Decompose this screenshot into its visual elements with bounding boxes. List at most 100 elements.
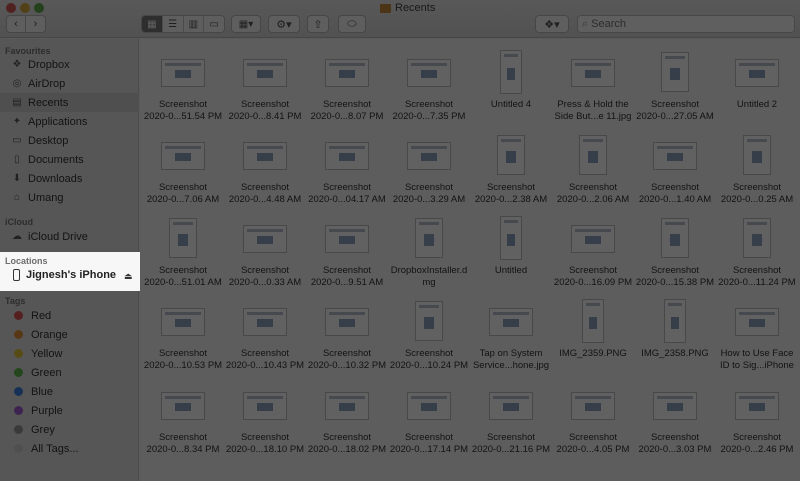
file-name-line2: 2020-0...7.35 PM (392, 111, 466, 122)
zoom-button[interactable] (34, 3, 44, 13)
file-item[interactable]: Screenshot 2020-0...7.35 PM (388, 44, 470, 124)
file-item[interactable]: Untitled 4 (470, 44, 552, 124)
file-item[interactable]: Screenshot 2020-0...16.09 PM (552, 210, 634, 290)
sidebar-item-green[interactable]: Green (0, 363, 139, 382)
sidebar-item-blue[interactable]: Blue (0, 382, 139, 401)
gallery-view-icon[interactable]: ▭ (204, 16, 224, 32)
list-view-icon[interactable]: ☰ (163, 16, 184, 32)
file-item[interactable]: DropboxInstaller.d mg (388, 210, 470, 290)
file-name-line2: 2020-0...2.46 PM (720, 444, 794, 455)
sidebar-item-grey[interactable]: Grey (0, 420, 139, 439)
sidebar-item-iphone[interactable]: Jignesh's iPhone (13, 269, 116, 281)
file-item[interactable]: Screenshot 2020-0...15.38 PM (634, 210, 716, 290)
tag-color-icon (14, 387, 23, 396)
file-item[interactable]: Screenshot 2020-0...8.34 PM (142, 377, 224, 457)
sidebar-item-desktop[interactable]: ▭ Desktop (0, 131, 139, 150)
file-name-line2: 2020-0...11.24 PM (718, 277, 796, 288)
file-item[interactable]: Screenshot 2020-0...8.07 PM (306, 44, 388, 124)
sidebar-item-all-tags[interactable]: All Tags... (0, 439, 139, 458)
file-item[interactable]: Screenshot 2020-0...51.01 AM (142, 210, 224, 290)
sidebar-item-documents[interactable]: ▯ Documents (0, 150, 139, 169)
file-item[interactable]: Screenshot 2020-0...10.43 PM (224, 293, 306, 373)
file-item[interactable]: Screenshot 2020-0...21.16 PM (470, 377, 552, 457)
file-item[interactable]: Screenshot 2020-0...17.14 PM (388, 377, 470, 457)
file-thumbnail (571, 225, 615, 253)
sidebar-item-icloud-drive[interactable]: ☁ iCloud Drive (0, 227, 139, 246)
dropbox-button[interactable]: ❖▾ (535, 15, 569, 33)
file-item[interactable]: Untitled 2 (716, 44, 798, 124)
sidebar-item-purple[interactable]: Purple (0, 401, 139, 420)
file-item[interactable]: Screenshot 2020-0...27.05 AM (634, 44, 716, 124)
file-item[interactable]: Screenshot 2020-0...04.17 AM (306, 127, 388, 207)
search-input[interactable] (591, 18, 772, 30)
search-field[interactable]: ⌕ (577, 15, 795, 33)
sidebar-item-label: AirDrop (28, 77, 66, 90)
sidebar-item-orange[interactable]: Orange (0, 325, 139, 344)
sidebar-item-downloads[interactable]: ⬇ Downloads (0, 169, 139, 188)
file-item[interactable]: Untitled (470, 210, 552, 290)
file-item[interactable]: Screenshot 2020-0...4.48 AM (224, 127, 306, 207)
file-item[interactable]: Screenshot 2020-0...0.25 AM (716, 127, 798, 207)
group-by-button[interactable]: ▦▾ (231, 15, 261, 33)
sidebar-item-recents[interactable]: ▤ Recents (0, 93, 139, 112)
thumb-line (247, 63, 283, 66)
file-name-line2: 2020-0...3.03 PM (638, 444, 712, 455)
downloads-icon: ⬇ (12, 173, 22, 184)
sidebar-item-airdrop[interactable]: ◎ AirDrop (0, 74, 139, 93)
file-item[interactable]: Screenshot 2020-0...2.46 PM (716, 377, 798, 457)
thumb-line (583, 139, 603, 142)
column-view-icon[interactable]: ▥ (184, 16, 205, 32)
icon-view-icon[interactable]: ▦ (142, 16, 163, 32)
file-name-line1: Screenshot (404, 432, 454, 443)
file-item[interactable]: Tap on System Service...hone.jpg (470, 293, 552, 373)
thumb-block (748, 403, 766, 412)
file-item[interactable]: Screenshot 2020-0...3.29 AM (388, 127, 470, 207)
file-item[interactable]: Screenshot 2020-0...18.10 PM (224, 377, 306, 457)
file-item[interactable]: Screenshot 2020-0...10.53 PM (142, 293, 224, 373)
file-item[interactable]: Screenshot 2020-0...1.40 AM (634, 127, 716, 207)
file-item[interactable]: Screenshot 2020-0...0.33 AM (224, 210, 306, 290)
file-thumbnail (243, 59, 287, 87)
sidebar-item-dropbox[interactable]: ❖ Dropbox (0, 55, 139, 74)
file-thumbnail (161, 142, 205, 170)
thumb-line (419, 222, 439, 225)
file-item[interactable]: Screenshot 2020-0...2.06 AM (552, 127, 634, 207)
thumb-block (338, 153, 356, 162)
file-thumbnail (407, 59, 451, 87)
sidebar-item-label: Dropbox (28, 58, 70, 71)
file-item[interactable]: IMG_2359.PNG (552, 293, 634, 373)
thumb-block (671, 316, 679, 330)
file-item[interactable]: Screenshot 2020-0...9.51 AM (306, 210, 388, 290)
file-item[interactable]: Screenshot 2020-0...2.38 AM (470, 127, 552, 207)
file-item[interactable]: Screenshot 2020-0...7.06 AM (142, 127, 224, 207)
file-item[interactable]: Screenshot 2020-0...3.03 PM (634, 377, 716, 457)
file-item[interactable]: IMG_2358.PNG (634, 293, 716, 373)
share-button[interactable]: ⇧ (307, 15, 329, 33)
file-name-line2: 2020-0...18.02 PM (307, 444, 387, 455)
forward-button[interactable]: › (26, 15, 46, 33)
file-item[interactable]: Screenshot 2020-0...18.02 PM (306, 377, 388, 457)
close-button[interactable] (6, 3, 16, 13)
file-item[interactable]: Screenshot 2020-0...11.24 PM (716, 210, 798, 290)
file-item[interactable]: Screenshot 2020-0...10.32 PM (306, 293, 388, 373)
back-button[interactable]: ‹ (6, 15, 26, 33)
file-name-line2: 2020-0...7.06 AM (146, 194, 220, 205)
file-item[interactable]: Screenshot 2020-0...51.54 PM (142, 44, 224, 124)
sidebar-item-applications[interactable]: ✦ Applications (0, 112, 139, 131)
file-name-line1: Screenshot (732, 432, 782, 443)
sidebar-item-label: All Tags... (31, 442, 79, 455)
minimize-button[interactable] (20, 3, 30, 13)
file-item[interactable]: How to Use Face ID to Sig...iPhone (716, 293, 798, 373)
sidebar-item-label: Jignesh's iPhone (26, 269, 117, 281)
sidebar-item-label: Recents (28, 96, 69, 109)
action-button[interactable]: ⚙▾ (268, 15, 300, 33)
sidebar-item-red[interactable]: Red (0, 306, 139, 325)
file-item[interactable]: Screenshot 2020-0...8.41 PM (224, 44, 306, 124)
sidebar-item-yellow[interactable]: Yellow (0, 344, 139, 363)
file-item[interactable]: Screenshot 2020-0...10.24 PM (388, 293, 470, 373)
eject-icon[interactable]: ⏏ (124, 271, 133, 282)
sidebar-item-umang[interactable]: ⌂ Umang (0, 188, 139, 207)
tag-button[interactable]: ⬭ (338, 15, 366, 33)
file-item[interactable]: Screenshot 2020-0...4.05 PM (552, 377, 634, 457)
file-item[interactable]: Press & Hold the Side But...e 11.jpg (552, 44, 634, 124)
